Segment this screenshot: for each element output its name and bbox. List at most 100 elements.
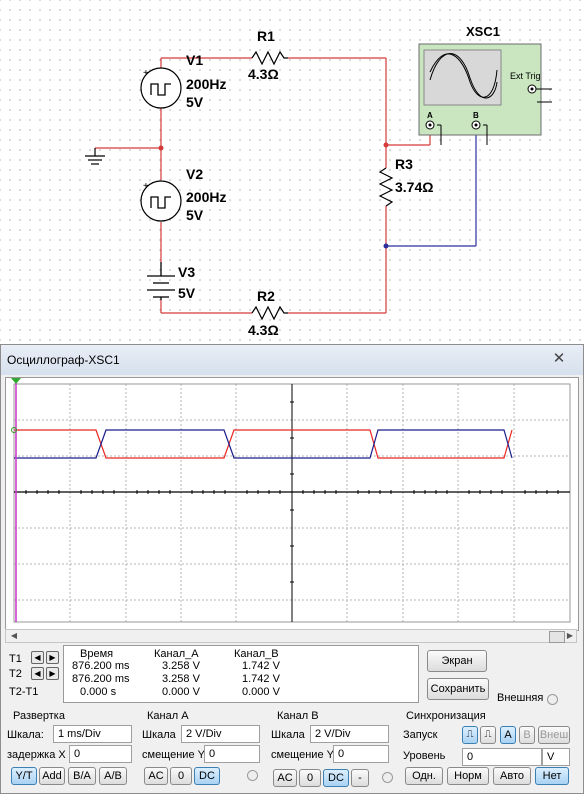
scope-input-a-label: A (427, 111, 433, 120)
svg-text:+: + (143, 181, 149, 192)
timebase-scale-label: Шкала: (7, 729, 44, 741)
channel-a-trace (14, 429, 513, 459)
screen-button[interactable]: Экран (427, 650, 487, 672)
window-titlebar[interactable]: Осциллограф-XSC1 ✕ (1, 345, 583, 375)
v2-voltage: 5V (186, 207, 204, 223)
t1-right-button[interactable]: ▶ (46, 651, 59, 664)
svg-text:+: + (143, 68, 149, 79)
channel-b-zero-button[interactable]: 0 (299, 769, 321, 787)
t2-left-button[interactable]: ◀ (31, 667, 44, 680)
oscilloscope-window: Осциллограф-XSC1 ✕ ◀ ▶ T1 ◀ ▶ T2 ◀ ▶ T2-… (0, 344, 584, 794)
readout-panel: Время Канал_A Канал_B 876.200 ms 3.258 V… (63, 645, 419, 703)
t2-time: 876.200 ms (72, 673, 130, 685)
r2-label: R2 (257, 288, 275, 304)
channel-a-dc-button[interactable]: DC (194, 767, 220, 785)
channel-a-scale-field[interactable]: 2 V/Div (181, 725, 260, 743)
channel-a-zero-button[interactable]: 0 (170, 767, 192, 785)
rising-edge-icon[interactable]: ⎍ (462, 726, 478, 744)
channel-b-scale-label: Шкала (271, 729, 305, 741)
close-icon[interactable]: ✕ (549, 350, 569, 368)
normal-mode-button[interactable]: Норм (447, 767, 489, 785)
trigger-source-b-button[interactable]: B (519, 726, 535, 744)
v1-voltage: 5V (186, 94, 204, 110)
channel-a-offset-label: смещение Y (142, 749, 205, 761)
scope-input-b-label: B (473, 111, 479, 120)
channel-a-title: Канал A (147, 710, 189, 722)
level-unit-field[interactable]: V (542, 748, 570, 766)
trigger-source-a-button[interactable]: A (500, 726, 516, 744)
save-button[interactable]: Сохранить (427, 678, 489, 700)
t2-t1-time: 0.000 s (80, 686, 117, 698)
t2-channel-a: 3.258 V (162, 673, 200, 685)
none-mode-button[interactable]: Нет (535, 767, 569, 785)
channel-b-offset-field[interactable]: 0 (333, 745, 389, 763)
t2-channel-b: 1.742 V (242, 673, 280, 685)
external-label: Внешняя (497, 692, 544, 704)
channel-b-offset-label: смещение Y (271, 749, 334, 761)
window-title: Осциллограф-XSC1 (7, 353, 120, 367)
t2-label: T2 (9, 668, 22, 680)
single-mode-button[interactable]: Одн. (405, 767, 443, 785)
channel-b-ac-button[interactable]: AC (273, 769, 297, 787)
sync-title: Синхронизация (406, 710, 486, 722)
channel-b-title: Канал B (277, 710, 319, 722)
scroll-left-icon[interactable]: ◀ (7, 630, 21, 642)
channel-a-radio[interactable] (247, 770, 258, 781)
t1-channel-a: 3.258 V (162, 660, 200, 672)
t2-t1-channel-b: 0.000 V (242, 686, 280, 698)
channel-a-ac-button[interactable]: AC (144, 767, 168, 785)
r3-label: R3 (395, 156, 413, 172)
t2-right-button[interactable]: ▶ (46, 667, 59, 680)
trigger-source-ext-button[interactable]: Внеш (538, 726, 570, 744)
v2-label: V2 (186, 166, 204, 182)
delay-x-label: задержка X (7, 749, 66, 761)
circuit-canvas[interactable]: + + V1 200Hz 5V R1 4.3Ω V2 200Hz 5V V3 5… (0, 0, 586, 345)
channel-b-invert-button[interactable]: - (351, 769, 369, 787)
channel-a-header: Канал_A (154, 648, 199, 660)
time-header: Время (80, 648, 114, 660)
t1-channel-b: 1.742 V (242, 660, 280, 672)
xsc1-label: XSC1 (466, 24, 500, 39)
v3-label: V3 (178, 264, 196, 280)
t1-time: 876.200 ms (72, 660, 130, 672)
r3-value: 3.74Ω (395, 179, 434, 195)
ext-trig-label: Ext Trig (510, 71, 541, 81)
t1-label: T1 (9, 653, 22, 665)
channel-b-scale-field[interactable]: 2 V/Div (310, 725, 389, 743)
channel-b-header: Канал_B (234, 648, 279, 660)
mode-yt-button[interactable]: Y/T (11, 767, 37, 785)
mode-ba-button[interactable]: B/A (68, 767, 96, 785)
horizontal-scrollbar[interactable]: ◀ ▶ (5, 629, 577, 643)
scroll-right-icon[interactable]: ▶ (563, 630, 577, 642)
r2-value: 4.3Ω (248, 322, 279, 338)
mode-ab-button[interactable]: A/B (99, 767, 127, 785)
channel-a-scale-label: Шкала (142, 729, 176, 741)
scope-waveforms (11, 378, 571, 623)
channel-b-radio[interactable] (382, 772, 393, 783)
v1-label: V1 (186, 52, 204, 68)
channel-b-dc-button[interactable]: DC (323, 769, 349, 787)
v2-frequency: 200Hz (186, 189, 227, 205)
auto-mode-button[interactable]: Авто (493, 767, 531, 785)
external-radio[interactable] (547, 694, 558, 705)
v1-frequency: 200Hz (186, 76, 227, 92)
level-label: Уровень (403, 750, 446, 762)
t2-t1-channel-a: 0.000 V (162, 686, 200, 698)
level-field[interactable]: 0 (462, 748, 542, 766)
t1-left-button[interactable]: ◀ (31, 651, 44, 664)
delay-x-field[interactable]: 0 (69, 745, 132, 763)
cursor-handle (11, 378, 21, 384)
mode-add-button[interactable]: Add (39, 767, 65, 785)
t2-t1-label: T2-T1 (9, 686, 39, 698)
scope-screen[interactable] (5, 377, 579, 631)
v3-voltage: 5V (178, 285, 196, 301)
r1-value: 4.3Ω (248, 66, 279, 82)
timebase-title: Развертка (13, 710, 65, 722)
circuit-wires: + + (85, 43, 552, 321)
r1-label: R1 (257, 28, 275, 44)
falling-edge-icon[interactable]: ⎍ (480, 726, 496, 744)
channel-a-offset-field[interactable]: 0 (204, 745, 260, 763)
trigger-label: Запуск (403, 729, 438, 741)
channel-b-trace (14, 429, 513, 459)
timebase-scale-field[interactable]: 1 ms/Div (53, 725, 132, 743)
